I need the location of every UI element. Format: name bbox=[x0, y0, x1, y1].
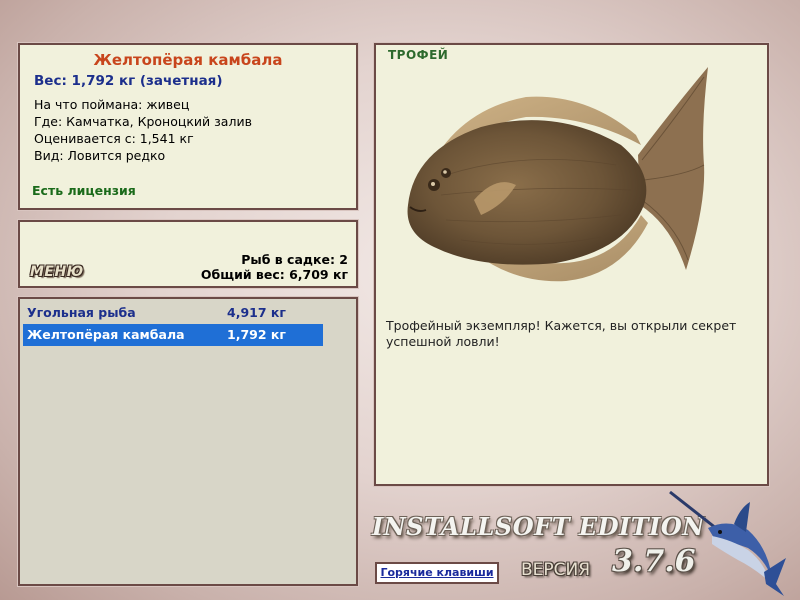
keepnet-total-weight: Общий вес: 6,709 кг bbox=[200, 267, 348, 282]
edition-title: INSTALLSOFT EDITION bbox=[372, 512, 705, 541]
catch-weight: 1,792 кг bbox=[227, 327, 286, 342]
caught-on-line: На что поймана: живец bbox=[34, 97, 190, 112]
catch-list: Угольная рыба 4,917 кг Желтопёрая камбал… bbox=[18, 297, 358, 586]
catch-list-item-selected[interactable]: Желтопёрая камбала 1,792 кг bbox=[23, 324, 323, 346]
min-weight-line: Оценивается с: 1,541 кг bbox=[34, 131, 194, 146]
trophy-description: Трофейный экземпляр! Кажется, вы открыли… bbox=[386, 318, 737, 349]
catch-list-item[interactable]: Угольная рыба 4,917 кг bbox=[23, 302, 323, 324]
fish-weight: Вес: 1,792 кг (зачетная) bbox=[34, 73, 223, 89]
location-line: Где: Камчатка, Кроноцкий залив bbox=[34, 114, 252, 129]
menu-panel: МЕНЮ Рыб в садке: 2 Общий вес: 6,709 кг bbox=[18, 220, 358, 288]
version-label: ВЕРСИЯ bbox=[521, 560, 591, 580]
catch-name: Угольная рыба bbox=[27, 305, 136, 320]
hotkeys-button[interactable]: Горячие клавиши bbox=[375, 562, 499, 584]
marlin-logo-icon bbox=[669, 490, 786, 596]
fish-title: Желтопёрая камбала bbox=[93, 51, 283, 69]
trophy-panel: ТРОФЕЙ Трофейный экземпляр! Кажется, вы … bbox=[374, 43, 769, 486]
catch-weight: 4,917 кг bbox=[227, 305, 286, 320]
keepnet-count: Рыб в садке: 2 bbox=[241, 252, 348, 267]
species-rarity-line: Вид: Ловится редко bbox=[34, 148, 166, 163]
fish-info-panel: Желтопёрая камбала Вес: 1,792 кг (зачетн… bbox=[18, 43, 358, 210]
license-status: Есть лицензия bbox=[32, 183, 136, 198]
flounder-image bbox=[407, 67, 708, 282]
catch-name: Желтопёрая камбала bbox=[27, 327, 185, 342]
menu-button[interactable]: МЕНЮ bbox=[30, 264, 84, 280]
